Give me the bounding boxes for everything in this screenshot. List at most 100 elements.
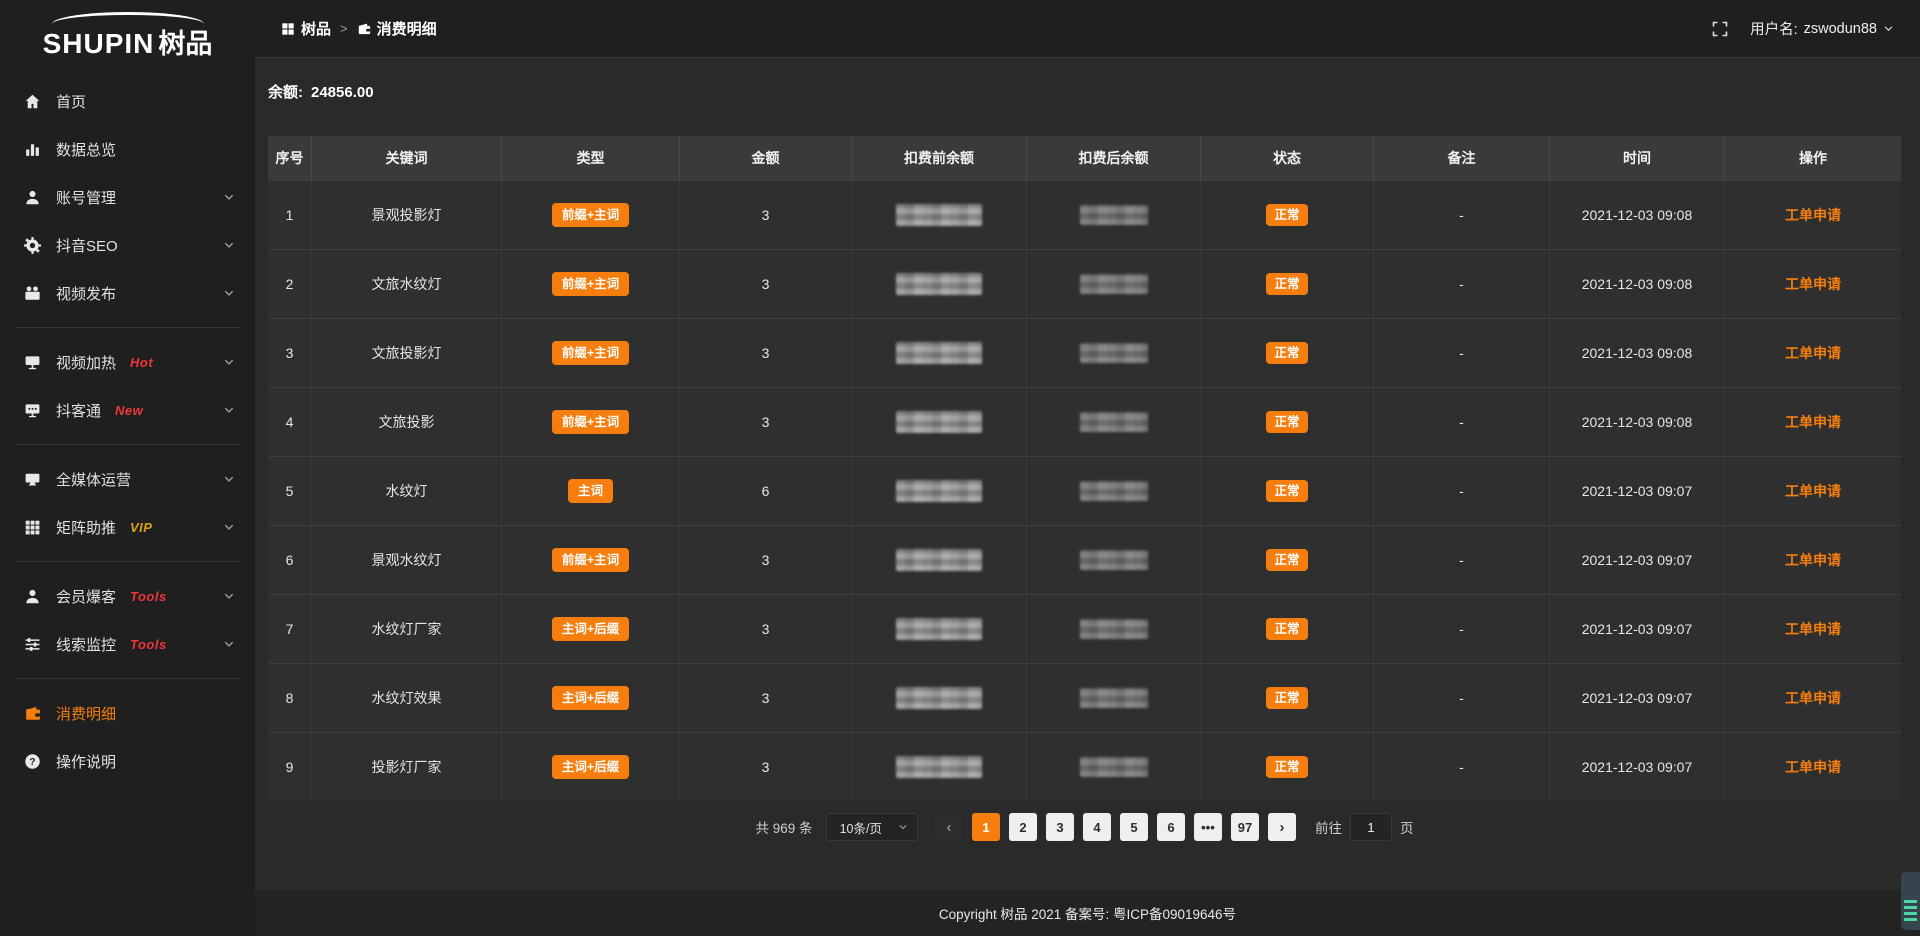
logo-text-en: SHUPIN xyxy=(43,28,155,60)
redacted-post-balance xyxy=(1080,274,1148,294)
sidebar-item[interactable]: 数据总览 xyxy=(0,125,255,173)
table-row: 3 文旅投影灯 前缀+主词 3 正常 - 2021-12-03 09:08 工单… xyxy=(268,318,1901,387)
chat-screen-icon xyxy=(24,402,41,419)
pagination: 共 969 条 10条/页 ‹ 123456•••97 › 前往 页 xyxy=(268,813,1901,841)
page-button[interactable]: 6 xyxy=(1157,813,1185,841)
goto-label: 前往 xyxy=(1315,817,1342,837)
cell-remark: - xyxy=(1374,181,1550,249)
work-order-link[interactable]: 工单申请 xyxy=(1785,757,1841,777)
table-header-cell: 金额 xyxy=(680,136,852,180)
table-header-cell: 状态 xyxy=(1201,136,1374,180)
work-order-link[interactable]: 工单申请 xyxy=(1785,481,1841,501)
redacted-post-balance xyxy=(1080,619,1148,639)
sidebar-item-label: 会员爆客 xyxy=(56,586,116,607)
cell-amount: 3 xyxy=(680,319,852,387)
work-order-link[interactable]: 工单申请 xyxy=(1785,343,1841,363)
sidebar-item[interactable]: 消费明细 xyxy=(0,689,255,737)
cell-index: 9 xyxy=(268,733,312,801)
sidebar-item[interactable]: 会员爆客 Tools xyxy=(0,572,255,620)
cell-keyword: 投影灯厂家 xyxy=(312,733,502,801)
status-badge: 正常 xyxy=(1266,549,1307,572)
chevron-down-icon xyxy=(223,521,235,533)
page-button[interactable]: ••• xyxy=(1194,813,1222,841)
cell-time: 2021-12-03 09:08 xyxy=(1550,181,1725,249)
work-order-link[interactable]: 工单申请 xyxy=(1785,688,1841,708)
video-camera-icon xyxy=(24,285,41,302)
redacted-post-balance xyxy=(1080,343,1148,363)
user-icon xyxy=(24,189,41,206)
page-button[interactable]: 1 xyxy=(972,813,1000,841)
sidebar-item[interactable]: 抖客通 New xyxy=(0,386,255,434)
sidebar-item[interactable]: 视频发布 xyxy=(0,269,255,317)
cell-keyword: 水纹灯效果 xyxy=(312,664,502,732)
table-row: 2 文旅水纹灯 前缀+主词 3 正常 - 2021-12-03 09:08 工单… xyxy=(268,249,1901,318)
status-badge: 正常 xyxy=(1266,756,1307,779)
chevron-down-icon xyxy=(223,239,235,251)
footer: Copyright 树品 2021 备案号: 粤ICP备09019646号 xyxy=(255,890,1920,936)
gear-icon xyxy=(24,237,41,254)
username-value: zswodun88 xyxy=(1804,21,1877,37)
cell-remark: - xyxy=(1374,319,1550,387)
sidebar-item[interactable]: 账号管理 xyxy=(0,173,255,221)
chevron-down-icon xyxy=(223,590,235,602)
cell-remark: - xyxy=(1374,250,1550,318)
page-button[interactable]: 5 xyxy=(1120,813,1148,841)
sidebar-item[interactable]: 首页 xyxy=(0,77,255,125)
main-content: 余额:24856.00 序号关键词类型金额扣费前余额扣费后余额状态备注时间操作 … xyxy=(255,59,1920,890)
cell-remark: - xyxy=(1374,595,1550,663)
prev-page-button[interactable]: ‹ xyxy=(935,813,963,841)
cell-amount: 3 xyxy=(680,388,852,456)
chevron-down-icon xyxy=(1883,23,1894,34)
work-order-link[interactable]: 工单申请 xyxy=(1785,550,1841,570)
app-logo: SHUPIN 树品 xyxy=(0,0,255,67)
member-icon xyxy=(24,588,41,605)
page-button[interactable]: 2 xyxy=(1009,813,1037,841)
breadcrumb-home[interactable]: 树品 xyxy=(281,18,331,39)
type-badge: 主词 xyxy=(568,479,613,504)
table-header-cell: 关键词 xyxy=(312,136,502,180)
status-badge: 正常 xyxy=(1266,618,1307,641)
sidebar-item[interactable]: 视频加热 Hot xyxy=(0,338,255,386)
page-size-select[interactable]: 10条/页 xyxy=(826,813,918,841)
cell-remark: - xyxy=(1374,733,1550,801)
goto-unit: 页 xyxy=(1400,817,1414,837)
next-page-button[interactable]: › xyxy=(1268,813,1296,841)
page-size-value: 10条/页 xyxy=(840,818,882,837)
cell-index: 7 xyxy=(268,595,312,663)
redacted-pre-balance xyxy=(896,411,982,433)
sidebar-item[interactable]: 全媒体运营 xyxy=(0,455,255,503)
customer-service-widget[interactable] xyxy=(1901,872,1920,930)
page-button[interactable]: 4 xyxy=(1083,813,1111,841)
cell-time: 2021-12-03 09:08 xyxy=(1550,319,1725,387)
table-header-cell: 时间 xyxy=(1550,136,1725,180)
sidebar-item-badge: Tools xyxy=(130,637,167,652)
sidebar-item[interactable]: 线索监控 Tools xyxy=(0,620,255,668)
work-order-link[interactable]: 工单申请 xyxy=(1785,619,1841,639)
cell-index: 3 xyxy=(268,319,312,387)
user-dropdown[interactable]: 用户名: zswodun88 xyxy=(1750,18,1894,39)
sidebar-item[interactable]: ? 操作说明 xyxy=(0,737,255,785)
sidebar-item-label: 账号管理 xyxy=(56,187,116,208)
page-button[interactable]: 97 xyxy=(1231,813,1259,841)
type-badge: 前缀+主词 xyxy=(552,410,629,435)
cell-keyword: 水纹灯厂家 xyxy=(312,595,502,663)
type-badge: 前缀+主词 xyxy=(552,341,629,366)
widget-stripes xyxy=(1904,900,1917,924)
redacted-post-balance xyxy=(1080,412,1148,432)
sidebar-item[interactable]: 抖音SEO xyxy=(0,221,255,269)
sidebar-item[interactable]: 矩阵助推 VIP xyxy=(0,503,255,551)
chevron-down-icon xyxy=(223,356,235,368)
wallet-icon xyxy=(357,22,371,36)
work-order-link[interactable]: 工单申请 xyxy=(1785,205,1841,225)
work-order-link[interactable]: 工单申请 xyxy=(1785,412,1841,432)
sidebar-divider xyxy=(16,561,239,562)
goto-page-input[interactable] xyxy=(1350,813,1392,841)
page-button[interactable]: 3 xyxy=(1046,813,1074,841)
cell-amount: 3 xyxy=(680,733,852,801)
breadcrumb-current[interactable]: 消费明细 xyxy=(357,18,437,39)
work-order-link[interactable]: 工单申请 xyxy=(1785,274,1841,294)
redacted-pre-balance xyxy=(896,756,982,778)
fullscreen-button[interactable] xyxy=(1712,21,1728,37)
table-row: 7 水纹灯厂家 主词+后缀 3 正常 - 2021-12-03 09:07 工单… xyxy=(268,594,1901,663)
cell-index: 1 xyxy=(268,181,312,249)
